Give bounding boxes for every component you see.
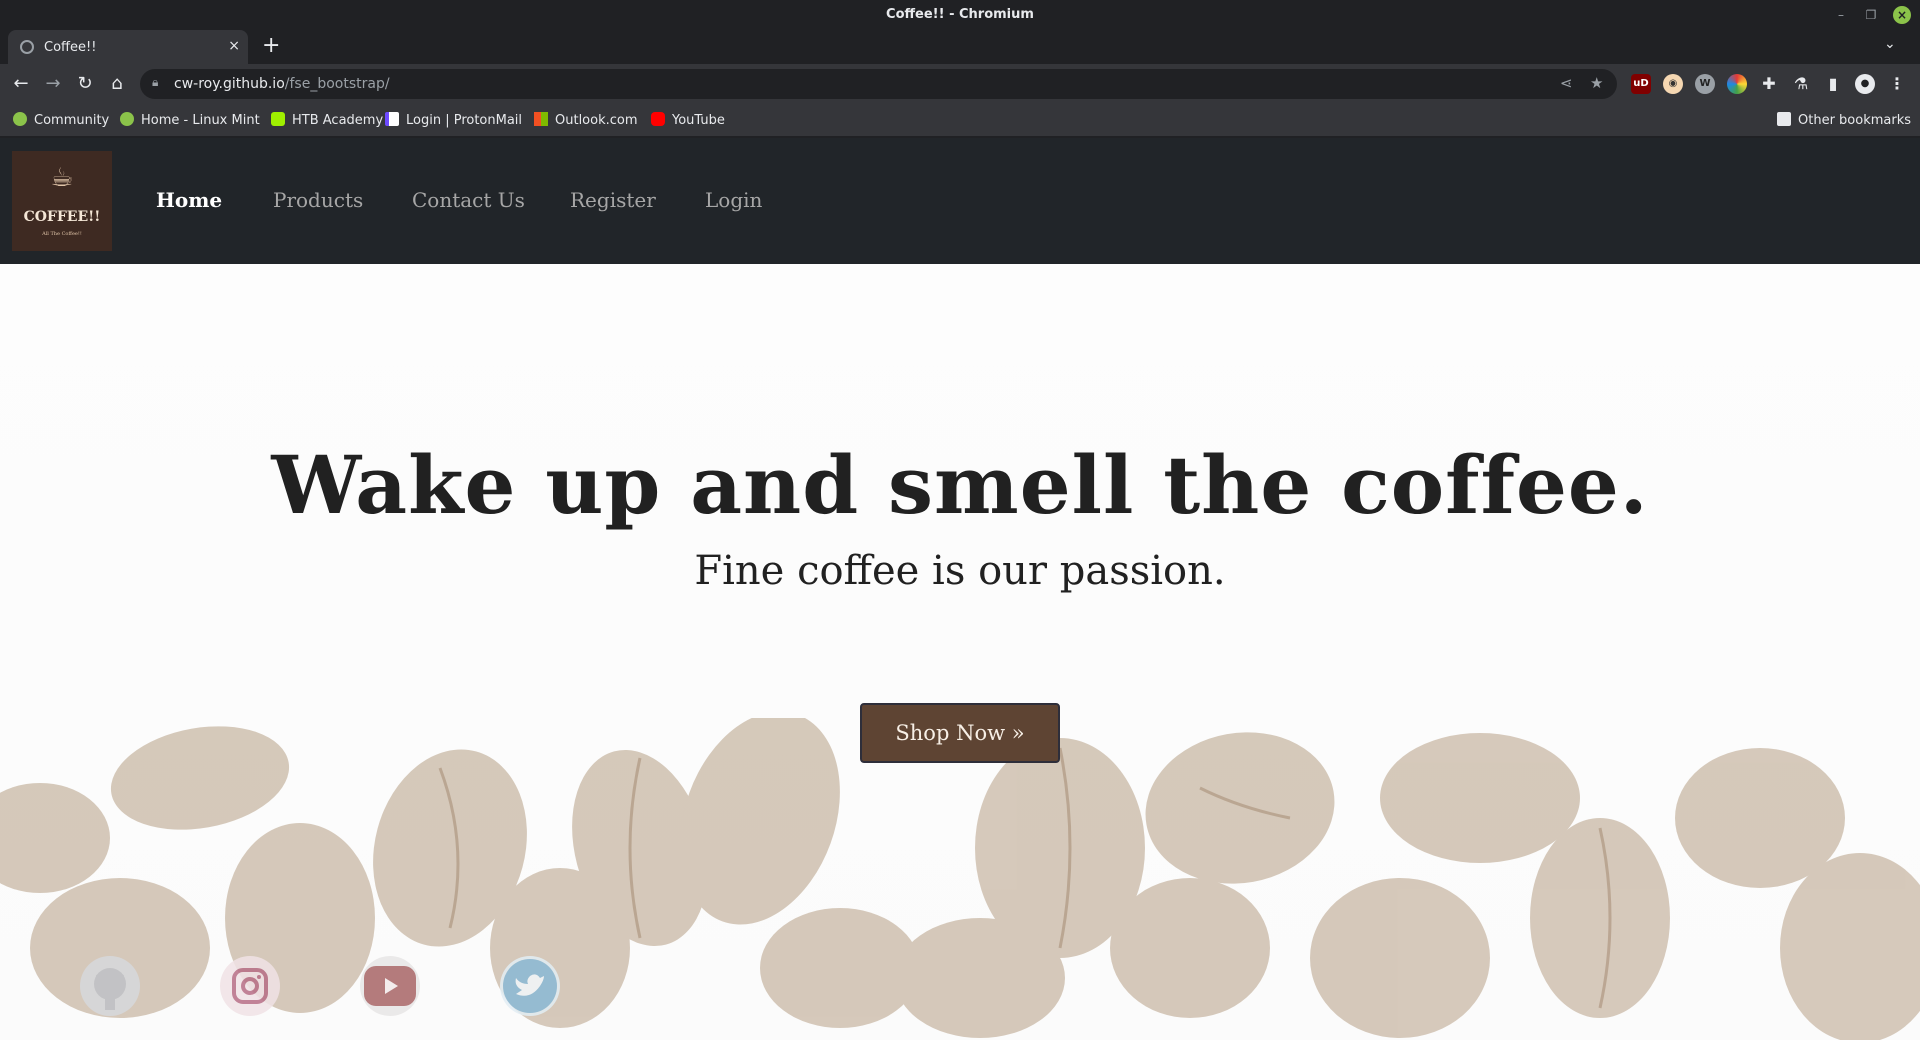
coffee-beans-background [0,718,1920,1040]
address-bar[interactable]: 🔒︎ cw-roy.github.io/fse_bootstrap/ ⋖ ★ [140,69,1617,99]
twitter-icon[interactable] [500,956,560,1016]
coffee-cup-icon: ☕︎ [50,163,74,193]
globe-icon [20,40,34,54]
microsoft-icon [534,112,548,126]
maximize-icon[interactable]: ❐ [1862,6,1880,24]
site-navbar: ☕︎ COFFEE!! All The Coffee!! Home Produc… [0,138,1920,264]
window-titlebar: Coffee!! - Chromium – ❐ × [0,0,1920,30]
owl-extension-icon[interactable]: ◉ [1663,74,1683,94]
chevron-down-icon[interactable]: ⌄ [1884,36,1896,52]
instagram-icon-glyph [232,968,268,1004]
nav-products[interactable]: Products [273,188,363,212]
close-tab-icon[interactable]: × [228,38,240,54]
youtube-icon [651,112,665,126]
bookmark-star-icon[interactable]: ★ [1590,74,1603,92]
hero-subheadline: Fine coffee is our passion. [694,548,1226,594]
bookmark-label: Outlook.com [555,113,638,128]
bookmark-label: Home - Linux Mint [141,113,260,128]
bookmark-youtube[interactable]: YouTube [651,112,725,128]
flask-icon[interactable]: ⚗ [1791,74,1811,94]
forward-arrow-icon[interactable]: → [41,72,65,96]
bookmark-htb-academy[interactable]: HTB Academy [271,112,383,128]
tab-strip: Coffee!! × + ⌄ [0,28,1920,64]
bookmark-label: HTB Academy [292,113,384,128]
protonmail-icon [385,112,399,126]
youtube-icon-glyph [364,966,416,1006]
htb-cube-icon [271,112,285,126]
tab-coffee[interactable]: Coffee!! × [8,30,248,64]
color-picker-icon[interactable] [1727,74,1747,94]
github-icon[interactable] [80,956,140,1016]
kebab-menu-icon[interactable]: ⋮ [1887,74,1907,94]
bookmarks-bar: Community Home - Linux Mint HTB Academy … [0,104,1920,136]
back-arrow-icon[interactable]: ← [9,72,33,96]
close-window-icon[interactable]: × [1893,6,1911,24]
nav-home[interactable]: Home [156,188,222,212]
shop-now-button[interactable]: Shop Now » [860,703,1060,763]
ublock-origin-icon[interactable]: uD [1631,74,1651,94]
youtube-icon[interactable] [360,956,420,1016]
bookmark-outlook[interactable]: Outlook.com [534,112,638,128]
bookmark-linux-mint[interactable]: Home - Linux Mint [120,112,260,128]
bookmark-label: YouTube [672,113,725,128]
bookmark-protonmail[interactable]: Login | ProtonMail [385,112,522,128]
browser-toolbar: ← → ↻ ⌂ 🔒︎ cw-roy.github.io/fse_bootstra… [0,64,1920,104]
new-tab-icon[interactable]: + [262,33,280,58]
site-logo[interactable]: ☕︎ COFFEE!! All The Coffee!! [12,151,112,251]
reload-icon[interactable]: ↻ [73,72,97,96]
logo-title: COFFEE!! [23,209,101,225]
other-bookmarks-label: Other bookmarks [1798,113,1912,128]
tab-title: Coffee!! [44,40,97,55]
extensions-puzzle-icon[interactable]: ✚ [1759,74,1779,94]
bookmark-label: Login | ProtonMail [406,113,523,128]
linux-mint-icon [120,112,134,126]
nav-register[interactable]: Register [570,188,656,212]
logo-tagline: All The Coffee!! [42,231,82,237]
bookmark-community[interactable]: Community [13,112,109,128]
web-page: ☕︎ COFFEE!! All The Coffee!! Home Produc… [0,138,1920,1040]
side-panel-icon[interactable]: ▮ [1823,74,1843,94]
wappalyzer-icon[interactable]: W [1695,74,1715,94]
minimize-icon[interactable]: – [1832,6,1850,24]
nav-login[interactable]: Login [705,188,762,212]
home-icon[interactable]: ⌂ [105,72,129,96]
url-text: cw-roy.github.io/fse_bootstrap/ [174,76,390,92]
nav-contact-us[interactable]: Contact Us [412,188,525,212]
window-title: Coffee!! - Chromium [886,7,1034,22]
linux-mint-icon [13,112,27,126]
other-bookmarks[interactable]: Other bookmarks [1777,112,1911,128]
profile-avatar-icon[interactable]: ● [1855,74,1875,94]
bookmark-label: Community [34,113,110,128]
url-host: cw-roy.github.io [174,76,285,92]
folder-icon [1777,112,1791,126]
github-icon-glyph [94,968,126,1010]
hero-headline: Wake up and smell the coffee. [271,438,1649,532]
share-icon[interactable]: ⋖ [1560,74,1573,92]
lock-icon: 🔒︎ [152,75,159,89]
url-path: /fse_bootstrap/ [284,76,390,92]
twitter-icon-glyph [503,959,557,1013]
instagram-icon[interactable] [220,956,280,1016]
